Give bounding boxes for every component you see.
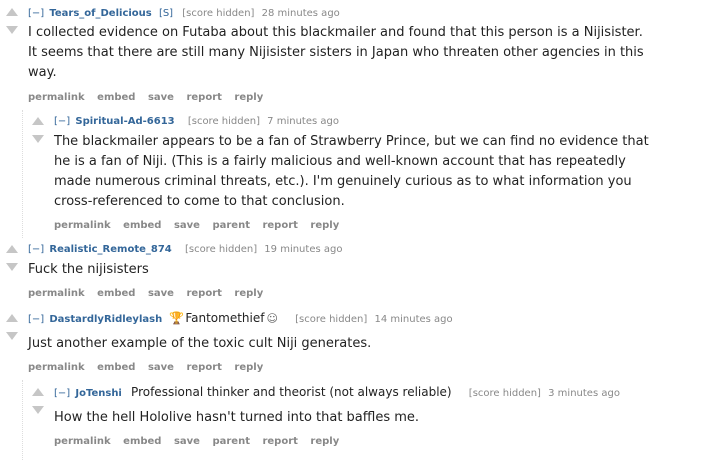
comment-tagline: [−] DastardlyRidleylash 🏆Fantomethief ☺ [… [28,312,453,326]
thread-line [22,380,23,460]
save-button[interactable]: save [174,436,200,447]
collapse-toggle[interactable]: [−] [54,116,70,127]
score-label: [score hidden] [468,388,541,399]
author-link[interactable]: Spiritual-Ad-6613 [75,116,174,127]
comment-tagline: [−] Tears_of_Delicious [S] [score hidden… [28,8,340,20]
timestamp: 3 minutes ago [548,388,620,399]
comment-line: Just another example of the toxic cult N… [28,336,372,351]
collapse-toggle[interactable]: [−] [54,388,70,399]
downvote-icon[interactable] [32,135,44,143]
upvote-icon[interactable] [32,388,44,396]
timestamp: 28 minutes ago [261,8,340,19]
comment-line: way. [28,65,57,80]
score-label: [score hidden] [187,116,260,127]
comment-line: How the hell Hololive hasn't turned into… [54,410,420,425]
permalink-button[interactable]: permalink [28,362,85,373]
permalink-button[interactable]: permalink [54,436,111,447]
parent-button[interactable]: parent [212,220,250,231]
comment-body: How the hell Hololive hasn't turned into… [54,408,704,428]
reply-button[interactable]: reply [310,220,339,231]
comment-buttons: permalink embed save parent report reply [54,436,348,448]
embed-button[interactable]: embed [97,92,135,103]
upvote-icon[interactable] [6,245,18,253]
flair-emote-icon: ☺ [266,312,278,325]
comment-line: made numerous criminal threats, etc.). I… [54,174,632,189]
save-button[interactable]: save [148,288,174,299]
reply-button[interactable]: reply [234,288,263,299]
comment-line: The blackmailer appears to be a fan of S… [54,134,649,149]
downvote-icon[interactable] [6,26,18,34]
comment-line: Fuck the nijisisters [28,262,149,277]
embed-button[interactable]: embed [123,436,161,447]
permalink-button[interactable]: permalink [28,288,85,299]
comment-buttons: permalink embed save report reply [28,92,272,104]
collapse-toggle[interactable]: [−] [28,244,44,255]
comment-body: I collected evidence on Futaba about thi… [28,23,708,83]
timestamp: 14 minutes ago [374,314,453,325]
timestamp: 7 minutes ago [267,116,339,127]
downvote-icon[interactable] [6,263,18,271]
embed-button[interactable]: embed [97,362,135,373]
parent-button[interactable]: parent [212,436,250,447]
thread-line [22,110,23,238]
score-label: [score hidden] [182,8,255,19]
collapse-toggle[interactable]: [−] [28,314,44,325]
collapse-toggle[interactable]: [−] [28,8,44,19]
report-button[interactable]: report [262,436,297,447]
comment-buttons: permalink embed save parent report reply [54,220,348,232]
comment-buttons: permalink embed save report reply [28,362,272,374]
permalink-button[interactable]: permalink [28,92,85,103]
reply-button[interactable]: reply [310,436,339,447]
comment-tagline: [−] JoTenshi Professional thinker and th… [54,386,620,400]
reply-button[interactable]: reply [234,92,263,103]
score-label: [score hidden] [184,244,258,255]
user-flair: Professional thinker and theorist (not a… [131,385,452,399]
comment-tagline: [−] Realistic_Remote_874 [score hidden] … [28,244,342,256]
comment-line: I collected evidence on Futaba about thi… [28,25,643,40]
save-button[interactable]: save [148,362,174,373]
downvote-icon[interactable] [32,406,44,414]
permalink-button[interactable]: permalink [54,220,111,231]
author-link[interactable]: Realistic_Remote_874 [49,244,171,255]
score-label: [score hidden] [295,314,368,325]
reply-button[interactable]: reply [234,362,263,373]
upvote-icon[interactable] [32,117,44,125]
save-button[interactable]: save [148,92,174,103]
embed-button[interactable]: embed [123,220,161,231]
downvote-icon[interactable] [6,332,18,340]
comment-buttons: permalink embed save report reply [28,288,272,300]
upvote-icon[interactable] [6,314,18,322]
save-button[interactable]: save [174,220,200,231]
comment-line: It seems that there are still many Nijis… [28,45,644,60]
upvote-icon[interactable] [6,8,18,16]
comment-body: Fuck the nijisisters [28,260,698,280]
embed-button[interactable]: embed [97,288,135,299]
trophy-icon: 🏆 [169,311,185,325]
report-button[interactable]: report [186,288,221,299]
author-link[interactable]: Tears_of_Delicious [49,8,151,19]
report-button[interactable]: report [186,92,221,103]
user-flair: Fantomethief [185,311,265,325]
report-button[interactable]: report [186,362,221,373]
comment-line: he is a fan of Niji. (This is a fairly m… [54,154,626,169]
comment-line: cross-referenced to come to that conclus… [54,194,345,209]
comment-body: Just another example of the toxic cult N… [28,334,698,354]
author-link[interactable]: DastardlyRidleylash [49,314,162,325]
submitter-flag[interactable]: [S] [159,8,173,19]
comment-body: The blackmailer appears to be a fan of S… [54,132,704,212]
author-link[interactable]: JoTenshi [75,388,121,399]
report-button[interactable]: report [262,220,297,231]
timestamp: 19 minutes ago [264,244,343,255]
comment-tagline: [−] Spiritual-Ad-6613 [score hidden] 7 m… [54,116,339,128]
